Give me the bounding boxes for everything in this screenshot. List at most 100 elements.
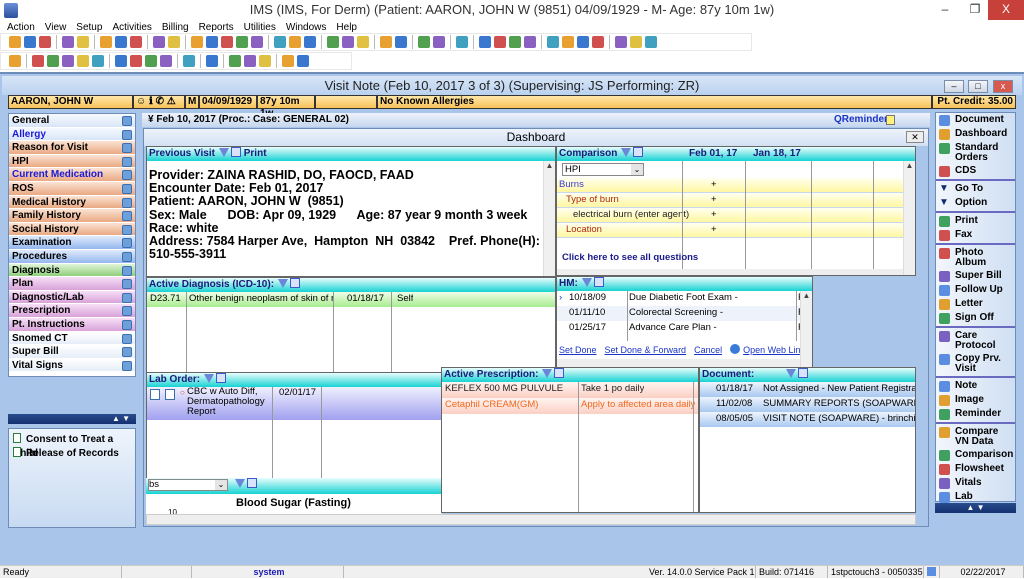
comparison-row[interactable]: Burns + [557,178,915,193]
check-icon[interactable] [229,55,241,67]
filter-icon[interactable] [234,479,245,488]
maximize-icon[interactable] [798,368,809,378]
ins-icon[interactable] [479,36,491,48]
globe3-icon[interactable] [357,36,369,48]
help-icon[interactable] [615,36,627,48]
right-nav-document[interactable]: Document [936,113,1015,127]
note-icon[interactable] [122,170,132,181]
note-icon[interactable] [122,238,132,249]
maximize-icon[interactable] [633,147,644,157]
nav-item-plan[interactable]: Plan [9,277,135,291]
photo-icon[interactable] [244,55,256,67]
right-nav-letter[interactable]: Letter [936,297,1015,311]
right-nav-image[interactable]: Image [936,393,1015,407]
right-nav-vitals[interactable]: Vitals [936,476,1015,490]
patient-icons[interactable]: ☺ ℹ ✆ ⚠ [133,95,185,109]
nav-item-allergy[interactable]: Allergy [9,127,135,142]
previous-visit-scrollbar[interactable]: ▲ [543,161,555,276]
print-link[interactable]: Print [244,148,267,159]
comparison-scrollbar[interactable]: ▲ [903,161,915,275]
shield-icon[interactable] [130,36,142,48]
nav-item-general[interactable]: General [9,114,135,128]
nav-item-snomed-ct[interactable]: Snomed CT [9,331,135,346]
dashboard-hscroll[interactable] [146,514,916,525]
lab-requisition-icon[interactable] [165,389,175,400]
doc-icon[interactable] [304,36,316,48]
folder-icon[interactable] [9,55,21,67]
right-nav-copy-prv-visit[interactable]: Copy Prv. Visit [936,352,1015,375]
hm-action-set-done[interactable]: Set Done [559,345,597,355]
hm-row[interactable]: 01/25/17Advance Care Plan -F [557,321,812,336]
vn-restore-button[interactable]: □ [968,80,988,93]
maximize-icon[interactable] [290,278,301,288]
pen-icon[interactable] [77,55,89,67]
next-icon[interactable] [145,55,157,67]
right-nav-super-bill[interactable]: Super Bill [936,269,1015,283]
right-nav-lab[interactable]: Lab [936,490,1015,504]
hm-action-open-web-link[interactable]: Open Web Link [743,345,805,355]
calendar-icon[interactable] [153,36,165,48]
right-nav-scroll[interactable]: ▲ ▼ [935,503,1016,513]
heart-icon[interactable] [92,55,104,67]
restore-button[interactable]: ❐ [960,0,990,20]
folder-icon[interactable] [62,36,74,48]
right-nav-compare-vn-data[interactable]: Compare VN Data [936,425,1015,448]
right-nav-sign-off[interactable]: Sign Off [936,311,1015,325]
chevron-down-icon[interactable]: ⌄ [215,480,227,490]
document-row[interactable]: 01/18/17 Not Assigned - New Patient Regis… [700,382,915,397]
note-icon[interactable] [122,116,132,126]
filter-icon[interactable] [581,278,592,287]
edit-icon[interactable] [47,55,59,67]
word-icon[interactable] [509,36,521,48]
clipboard-icon[interactable] [456,36,468,48]
right-nav-option[interactable]: ▼ Option [936,196,1015,210]
right-nav-reminder[interactable]: Reminder [936,407,1015,421]
hm-row[interactable]: 01/11/10Colorectal Screening -F [557,306,812,321]
dashboard-close-button[interactable]: ✕ [906,131,924,143]
nav-item-ros[interactable]: ROS [9,181,135,196]
nav-item-social-history[interactable]: Social History [9,222,135,237]
chart2-icon[interactable] [418,36,430,48]
vn-close-button[interactable]: x [993,80,1013,93]
doc2-icon[interactable] [524,36,536,48]
filter-icon[interactable] [786,369,797,378]
page-icon[interactable] [592,36,604,48]
right-nav-dashboard[interactable]: Dashboard [936,127,1015,141]
diagnosis-row[interactable]: D23.71 Other benign neoplasm of skin of … [147,292,555,307]
globe-icon[interactable] [251,36,263,48]
user2-icon[interactable] [39,36,51,48]
note-icon[interactable] [122,292,132,303]
prescription-row[interactable]: Cetaphil CREAM(GM) Apply to affected area… [442,398,698,414]
comparison-row[interactable]: electrical burn (enter agent) + [557,208,915,223]
nav-item-examination[interactable]: Examination [9,236,135,250]
maximize-icon[interactable] [593,277,604,287]
filter-icon[interactable] [621,148,632,157]
hm-scrollbar[interactable]: ▲ [800,291,812,367]
left-link[interactable]: Release of Records [13,447,131,461]
right-nav-care-protocol[interactable]: Care Protocol [936,329,1015,352]
patient-allergies[interactable]: No Known Allergies [377,95,932,109]
nav-item-vital-signs[interactable]: Vital Signs [9,358,135,373]
minimize-button[interactable]: – [930,0,960,20]
patient-icon[interactable] [9,36,21,48]
right-nav-follow-up[interactable]: Follow Up [936,283,1015,297]
camera-icon[interactable] [562,36,574,48]
left-link[interactable]: Consent to Treat a Child [13,433,131,459]
left-nav-scroll[interactable]: ▲ ▼ [8,414,136,424]
folder2-icon[interactable] [380,36,392,48]
right-nav-flowsheet[interactable]: Flowsheet [936,462,1015,476]
nav-item-pt-instructions[interactable]: Pt. Instructions [9,317,135,332]
maximize-icon[interactable] [554,368,565,378]
nav-item-reason-for-visit[interactable]: Reason for Visit [9,141,135,155]
document-row[interactable]: 11/02/08 SUMMARY REPORTS (SOAPWARE) - Pa [700,397,915,412]
comparison-hscroll[interactable] [557,269,905,275]
edit-icon[interactable] [77,36,89,48]
qreminder-checkbox[interactable] [886,115,895,125]
close-icon[interactable] [297,55,309,67]
nav-item-super-bill[interactable]: Super Bill [9,345,135,359]
disc-icon[interactable] [577,36,589,48]
grid-icon[interactable] [274,36,286,48]
right-nav-note[interactable]: Note [936,379,1015,393]
close-button[interactable]: X [988,0,1024,20]
last-icon[interactable] [160,55,172,67]
